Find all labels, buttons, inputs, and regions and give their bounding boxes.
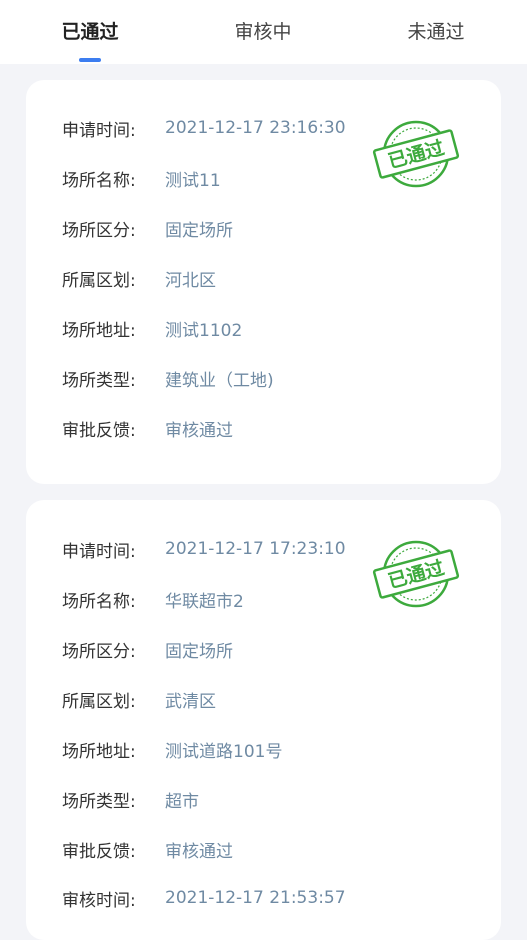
venue-name-value: 测试11: [165, 170, 221, 191]
venue-address-value: 测试1102: [165, 320, 243, 341]
review-time-label: 审核时间:: [62, 890, 136, 911]
venue-address-row: 场所地址: 测试1102: [62, 313, 242, 343]
venue-category-value: 固定场所: [165, 641, 233, 662]
apply-time-label: 申请时间:: [62, 541, 136, 562]
venue-type-value: 超市: [165, 791, 199, 812]
district-label: 所属区划:: [62, 691, 136, 712]
venue-category-row: 场所区分: 固定场所: [62, 213, 233, 243]
venue-category-row: 场所区分: 固定场所: [62, 634, 233, 664]
status-tabs: 已通过 审核中 未通过: [0, 0, 527, 64]
district-row: 所属区划: 河北区: [62, 263, 216, 293]
approval-feedback-value: 审核通过: [165, 420, 233, 441]
venue-name-label: 场所名称:: [62, 591, 136, 612]
approval-feedback-value: 审核通过: [165, 841, 233, 862]
apply-time-value: 2021-12-17 23:16:30: [165, 118, 346, 138]
venue-name-row: 场所名称: 测试11: [62, 163, 221, 193]
apply-time-row: 申请时间: 2021-12-17 17:23:10: [62, 534, 346, 564]
venue-name-label: 场所名称:: [62, 170, 136, 191]
application-card[interactable]: 申请时间: 2021-12-17 17:23:10 场所名称: 华联超市2 场所…: [26, 500, 501, 940]
apply-time-value: 2021-12-17 17:23:10: [165, 539, 346, 559]
tab-rejected[interactable]: 未通过: [386, 0, 486, 64]
approved-stamp-icon: 已通过: [370, 538, 462, 610]
approval-feedback-label: 审批反馈:: [62, 420, 136, 441]
review-time-value: 2021-12-17 21:53:57: [165, 888, 346, 908]
district-row: 所属区划: 武清区: [62, 684, 216, 714]
venue-category-label: 场所区分:: [62, 641, 136, 662]
venue-address-label: 场所地址:: [62, 320, 136, 341]
venue-category-label: 场所区分:: [62, 220, 136, 241]
venue-address-row: 场所地址: 测试道路101号: [62, 734, 282, 764]
venue-type-label: 场所类型:: [62, 791, 136, 812]
apply-time-label: 申请时间:: [62, 120, 136, 141]
venue-name-value: 华联超市2: [165, 591, 244, 612]
venue-address-label: 场所地址:: [62, 741, 136, 762]
review-time-row: 审核时间: 2021-12-17 21:53:57: [62, 883, 346, 913]
approval-feedback-row: 审批反馈: 审核通过: [62, 413, 233, 443]
district-value: 武清区: [165, 691, 216, 712]
venue-type-row: 场所类型: 建筑业（工地): [62, 363, 274, 393]
district-value: 河北区: [165, 270, 216, 291]
venue-type-label: 场所类型:: [62, 370, 136, 391]
apply-time-row: 申请时间: 2021-12-17 23:16:30: [62, 113, 346, 143]
venue-address-value: 测试道路101号: [165, 741, 283, 762]
venue-type-row: 场所类型: 超市: [62, 784, 199, 814]
venue-type-value: 建筑业（工地): [165, 370, 274, 391]
venue-category-value: 固定场所: [165, 220, 233, 241]
venue-name-row: 场所名称: 华联超市2: [62, 584, 244, 614]
application-card[interactable]: 申请时间: 2021-12-17 23:16:30 场所名称: 测试11 场所区…: [26, 80, 501, 484]
tab-reviewing[interactable]: 审核中: [213, 0, 313, 64]
approval-feedback-label: 审批反馈:: [62, 841, 136, 862]
approval-feedback-row: 审批反馈: 审核通过: [62, 834, 233, 864]
tab-approved[interactable]: 已通过: [40, 0, 140, 64]
active-tab-indicator: [79, 58, 101, 62]
district-label: 所属区划:: [62, 270, 136, 291]
approved-stamp-icon: 已通过: [370, 118, 462, 190]
